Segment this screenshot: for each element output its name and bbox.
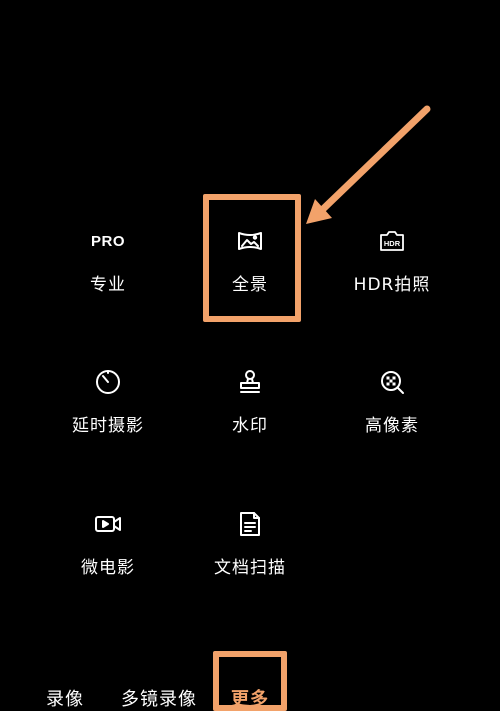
annotation-arrow — [306, 105, 431, 224]
tab-video[interactable]: 录像 — [46, 685, 84, 711]
tab-multi-cam-video[interactable]: 多镜录像 — [121, 685, 197, 711]
more-tab-highlight-box — [213, 651, 287, 711]
